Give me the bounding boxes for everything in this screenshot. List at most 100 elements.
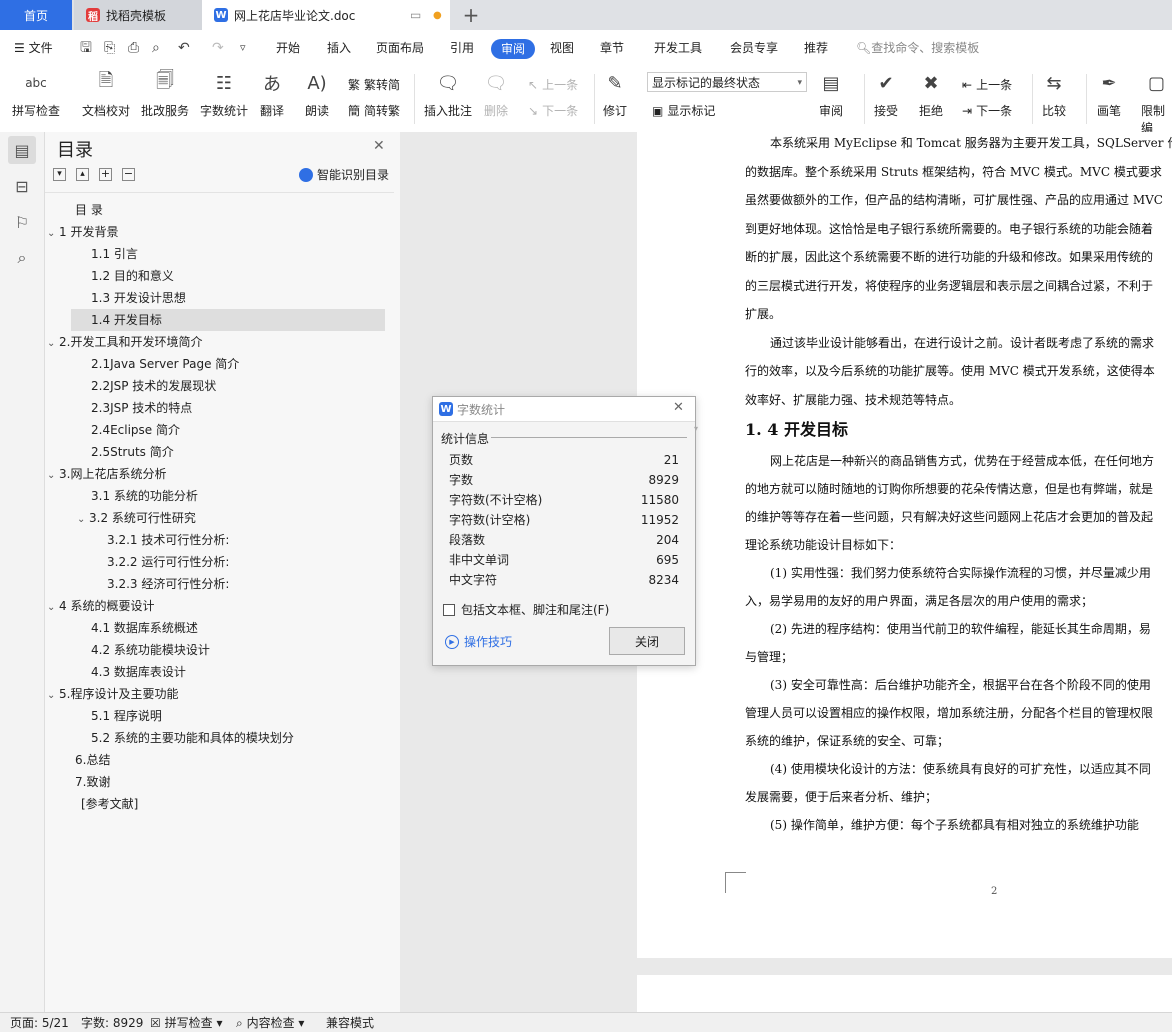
expand-up-icon[interactable]: ▴ (76, 168, 89, 181)
menu-review[interactable]: 审阅 (491, 39, 536, 59)
menu-references[interactable]: 引用 (450, 30, 474, 66)
new-tab-button[interactable]: + (456, 0, 486, 30)
close-button[interactable]: 关闭 (609, 627, 685, 655)
export-icon[interactable]: ⎘ (104, 30, 115, 66)
tab-home[interactable]: 首页 (0, 0, 72, 30)
include-textbox-checkbox[interactable]: 包括文本框、脚注和尾注(F) (443, 601, 609, 618)
collapse-all-icon[interactable]: ▾ (53, 168, 66, 181)
page-indicator[interactable]: 页面: 5/21 (10, 1014, 69, 1031)
restrict-editing-button[interactable]: ▢ 限制编 (1141, 70, 1172, 136)
accept-button[interactable]: ✔ 接受 (873, 70, 899, 119)
chapter-nav-icon[interactable]: ⊟ (8, 172, 36, 200)
tab-document[interactable]: W 网上花店毕业论文.doc ▭ ● (202, 0, 450, 30)
chevron-down-icon[interactable]: ⌄ (47, 223, 59, 245)
chevron-down-icon[interactable]: ⌄ (47, 333, 59, 355)
next-change-button[interactable]: ⇥ 下一条 (962, 102, 1012, 119)
read-aloud-button[interactable]: A) 朗读 (304, 70, 330, 119)
word-count-indicator[interactable]: 字数: 8929 (81, 1014, 143, 1031)
simp-to-trad-button[interactable]: 簡简转繁 (348, 102, 400, 119)
menu-membership[interactable]: 会员专享 (730, 30, 778, 66)
close-icon[interactable]: ✕ (673, 400, 684, 415)
toc-item[interactable]: 2.2JSP 技术的发展现状 (91, 375, 216, 397)
document-page[interactable]: 本系统采用 MyEclipse 和 Tomcat 服务器为主要开发工具，SQLS… (637, 132, 1172, 958)
chevron-down-icon[interactable]: ⌄ (47, 597, 59, 619)
redo-icon[interactable]: ↷ (212, 30, 224, 66)
track-changes-button[interactable]: ✎ 修订 (602, 70, 628, 119)
print-preview-icon[interactable]: ⌕ (152, 30, 160, 66)
menu-insert[interactable]: 插入 (327, 30, 351, 66)
next-document-page[interactable] (637, 975, 1172, 1015)
toc-item[interactable]: 4.2 系统功能模块设计 (91, 639, 210, 661)
toc-item[interactable]: ⌄ 3.2 系统可行性研究 (77, 507, 196, 529)
close-icon[interactable]: ✕ (373, 138, 385, 154)
menu-recommend[interactable]: 推荐 (804, 30, 828, 66)
delete-comment-button[interactable]: 🗨 删除 (483, 70, 509, 119)
remove-heading-icon[interactable]: − (122, 168, 135, 181)
spell-check-status[interactable]: ☒ 拼写检查 ▾ (150, 1014, 222, 1031)
previous-change-button[interactable]: ⇤ 上一条 (962, 76, 1012, 93)
toc-item[interactable]: 1.4 开发目标 (71, 309, 385, 331)
undo-icon[interactable]: ↶ (178, 30, 190, 66)
menu-home[interactable]: 开始 (276, 30, 300, 66)
search-icon[interactable]: ⌕ (8, 244, 36, 272)
doc-proof-button[interactable]: 🗎 文档校对 (82, 70, 130, 119)
quick-access-dropdown-icon[interactable]: ▿ (240, 30, 246, 66)
show-markup-button[interactable]: ▣ 显示标记 (652, 102, 715, 119)
tips-link[interactable]: ▶ 操作技巧 (445, 633, 512, 650)
toc-item[interactable]: ⌄ 4 系统的概要设计 (47, 595, 154, 617)
toc-item[interactable]: 2.3JSP 技术的特点 (91, 397, 192, 419)
toc-item[interactable]: 1.2 目的和意义 (91, 265, 174, 287)
add-heading-icon[interactable]: + (99, 168, 112, 181)
toc-item[interactable]: ⌄ 1 开发背景 (47, 221, 118, 243)
toc-item[interactable]: 1.1 引言 (91, 243, 138, 265)
save-icon[interactable]: 🖫 (80, 30, 92, 66)
markup-mode-select[interactable]: 显示标记的最终状态 ▾ (647, 72, 807, 92)
previous-comment-button[interactable]: ↖ 上一条 (528, 76, 578, 93)
trad-to-simp-button[interactable]: 繁繁转简 (348, 76, 400, 93)
smart-toc-button[interactable]: 智能识别目录 (299, 166, 389, 183)
menu-sections[interactable]: 章节 (600, 30, 624, 66)
toc-item[interactable]: 1.3 开发设计思想 (91, 287, 186, 309)
toc-item[interactable]: ⌄ 3.网上花店系统分析 (47, 463, 166, 485)
toc-item[interactable]: 2.5Struts 简介 (91, 441, 174, 463)
toc-item[interactable]: 4.3 数据库表设计 (91, 661, 186, 683)
toc-item[interactable]: 6.总结 (75, 749, 110, 771)
bookmark-icon[interactable]: ⚐ (8, 208, 36, 236)
chevron-down-icon[interactable]: ⌄ (77, 509, 89, 531)
file-menu[interactable]: ☰ 文件 (14, 30, 53, 66)
toc-item[interactable]: ⌄ 5.程序设计及主要功能 (47, 683, 178, 705)
dialog-titlebar[interactable]: W 字数统计 ✕ (433, 397, 695, 422)
tab-templates[interactable]: 稻 找稻壳模板 (74, 0, 202, 30)
content-check-status[interactable]: ⌕ 内容检查 ▾ (236, 1014, 304, 1031)
spell-check-button[interactable]: abc 拼写检查 (12, 70, 60, 119)
menu-view[interactable]: 视图 (550, 30, 574, 66)
insert-comment-button[interactable]: 🗨 插入批注 (424, 70, 472, 119)
toc-item[interactable]: 2.4Eclipse 简介 (91, 419, 180, 441)
toc-item[interactable]: ⌄ 2.开发工具和开发环境简介 (47, 331, 202, 353)
compare-button[interactable]: ⇆ 比较 (1041, 70, 1067, 119)
reject-button[interactable]: ✖ 拒绝 (918, 70, 944, 119)
toc-item[interactable]: 5.2 系统的主要功能和具体的模块划分 (91, 727, 294, 749)
review-service-button[interactable]: 🗐 批改服务 (141, 70, 189, 119)
toc-item[interactable]: 4.1 数据库系统概述 (91, 617, 198, 639)
next-comment-button[interactable]: ↘ 下一条 (528, 102, 578, 119)
toc-item[interactable]: [参考文献] (81, 793, 138, 815)
toc-item[interactable]: 7.致谢 (75, 771, 110, 793)
command-search[interactable]: 🔍︎查找命令、搜索模板 (856, 30, 979, 66)
toc-item[interactable]: 2.1Java Server Page 简介 (91, 353, 239, 375)
toc-item[interactable]: 5.1 程序说明 (91, 705, 162, 727)
menu-page-layout[interactable]: 页面布局 (376, 30, 424, 66)
chevron-down-icon[interactable]: ⌄ (47, 685, 59, 707)
chevron-down-icon[interactable]: ⌄ (47, 465, 59, 487)
toc-item[interactable]: 3.1 系统的功能分析 (91, 485, 198, 507)
ink-button[interactable]: ✒ 画笔 (1096, 70, 1122, 119)
toc-item[interactable]: 3.2.3 经济可行性分析: (107, 573, 229, 595)
toc-item[interactable]: 3.2.2 运行可行性分析: (107, 551, 229, 573)
review-pane-button[interactable]: ▤ 审阅 (818, 70, 844, 119)
toc-icon[interactable]: ▤ (8, 136, 36, 164)
toc-item[interactable]: 目 录 (75, 199, 103, 221)
translate-button[interactable]: あ翻译 (259, 70, 285, 119)
print-icon[interactable]: ⎙ (128, 30, 139, 66)
monitor-icon[interactable]: ▭ (410, 8, 421, 22)
toc-item[interactable]: 3.2.1 技术可行性分析: (107, 529, 229, 551)
